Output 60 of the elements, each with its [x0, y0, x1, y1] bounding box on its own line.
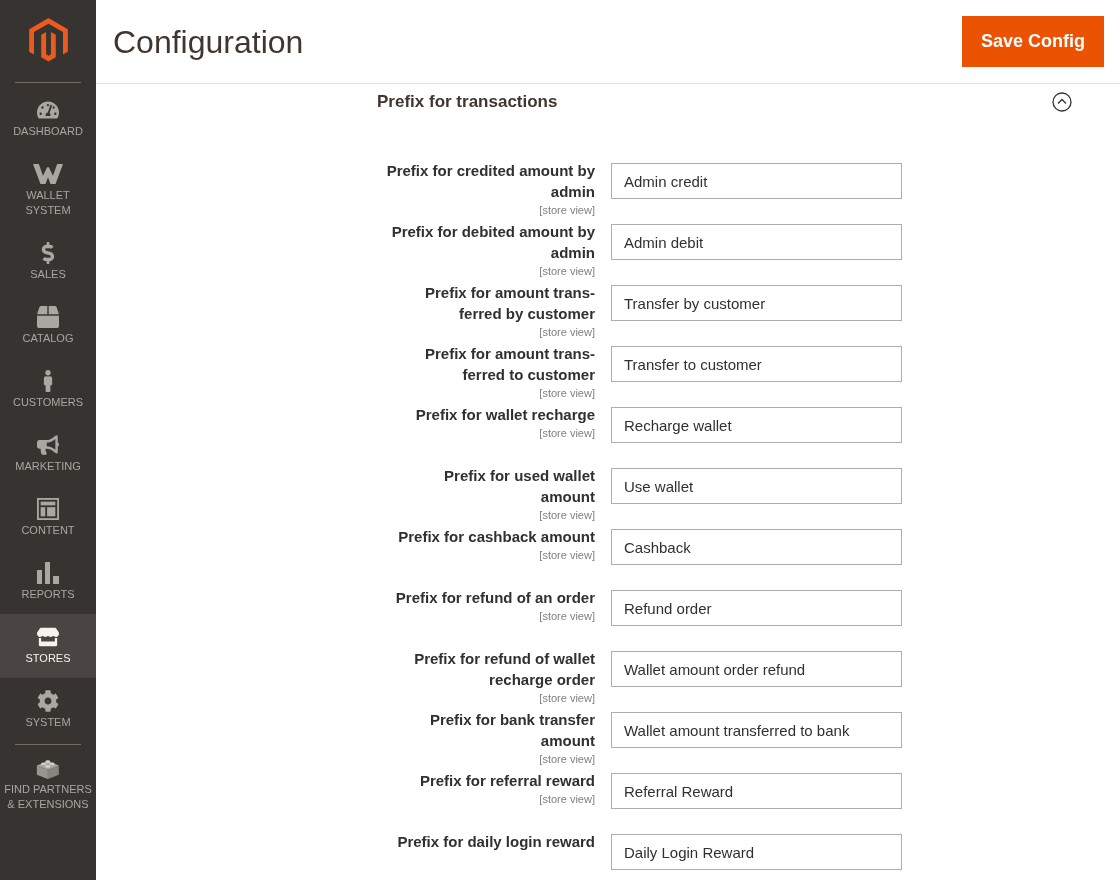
nav-item[interactable]: REPORTS: [0, 550, 96, 614]
nav-item[interactable]: MARKETING: [0, 422, 96, 486]
scope-label: [store view]: [539, 264, 595, 278]
nav-item[interactable]: CONTENT: [0, 486, 96, 550]
field-label: Prefix for refund of wallet recharge order: [414, 649, 595, 690]
nav-item[interactable]: SYSTEM: [0, 678, 96, 742]
megaphone-icon: [37, 434, 59, 456]
scope-label: [store view]: [539, 386, 595, 400]
text-field[interactable]: Refund order: [611, 590, 902, 626]
layout-icon: [37, 498, 59, 520]
scope-label: [store view]: [539, 792, 595, 806]
save-config-button[interactable]: Save Config: [961, 16, 1104, 67]
nav-item[interactable]: FIND PARTNERS & EXTENSIONS: [0, 745, 96, 824]
scope-label: [store view]: [539, 752, 595, 766]
field-label: Prefix for bank transfer amount: [429, 710, 595, 751]
field-label: Prefix for refund of an order: [395, 588, 595, 608]
gear-icon: [37, 690, 59, 712]
scope-label: [store view]: [539, 203, 595, 217]
scope-label: [store view]: [539, 691, 595, 705]
field-label: Prefix for amount trans- ferred to customer: [424, 344, 595, 385]
scope-label: [store view]: [539, 609, 595, 623]
collapse-icon[interactable]: [1052, 92, 1072, 112]
page-title: Configuration: [113, 22, 304, 62]
text-field[interactable]: Recharge wallet: [611, 407, 902, 443]
w-letter-logo-icon: [33, 163, 63, 185]
storefront-icon: [37, 626, 59, 648]
text-field[interactable]: Admin debit: [611, 224, 902, 260]
nav-item[interactable]: STORES: [0, 614, 96, 678]
field-label: Prefix for referral reward: [419, 771, 595, 791]
box-icon: [37, 306, 59, 328]
field-label: Prefix for daily login reward: [397, 832, 595, 852]
brick-icon: [36, 757, 60, 779]
field-label: Prefix for wallet recharge: [415, 405, 595, 425]
text-field[interactable]: Daily Login Reward: [611, 834, 902, 870]
scope-label: [store view]: [539, 508, 595, 522]
field-label: Prefix for debited amount by admin: [391, 222, 595, 263]
field-label: Prefix for used wallet amount: [444, 466, 595, 507]
gauge-icon: [37, 99, 59, 121]
bar-chart-icon: [37, 562, 59, 584]
scope-label: [store view]: [539, 325, 595, 339]
text-field[interactable]: Wallet amount transferred to bank: [611, 712, 902, 748]
section-title: Prefix for transactions: [377, 91, 558, 114]
text-field[interactable]: Admin credit: [611, 163, 902, 199]
logo-icon[interactable]: [28, 18, 68, 63]
field-label: Prefix for amount trans- ferred by customer: [424, 283, 595, 324]
nav-item[interactable]: DASHBOARD: [0, 87, 96, 151]
text-field[interactable]: Transfer to customer: [611, 346, 902, 382]
field-label: Prefix for cashback amount: [398, 527, 595, 547]
text-field[interactable]: Cashback: [611, 529, 902, 565]
nav-item[interactable]: SALES: [0, 230, 96, 294]
field-label: Prefix for credited amount by admin: [386, 161, 595, 202]
text-field[interactable]: Wallet amount order refund: [611, 651, 902, 687]
text-field[interactable]: Referral Reward: [611, 773, 902, 809]
text-field[interactable]: Transfer by customer: [611, 285, 902, 321]
nav-item[interactable]: CUSTOMERS: [0, 358, 96, 422]
scope-label: [store view]: [539, 426, 595, 440]
nav-item[interactable]: CATALOG: [0, 294, 96, 358]
scope-label: [store view]: [539, 548, 595, 562]
text-field[interactable]: Use wallet: [611, 468, 902, 504]
nav-item[interactable]: WALLET SYSTEM: [0, 151, 96, 230]
